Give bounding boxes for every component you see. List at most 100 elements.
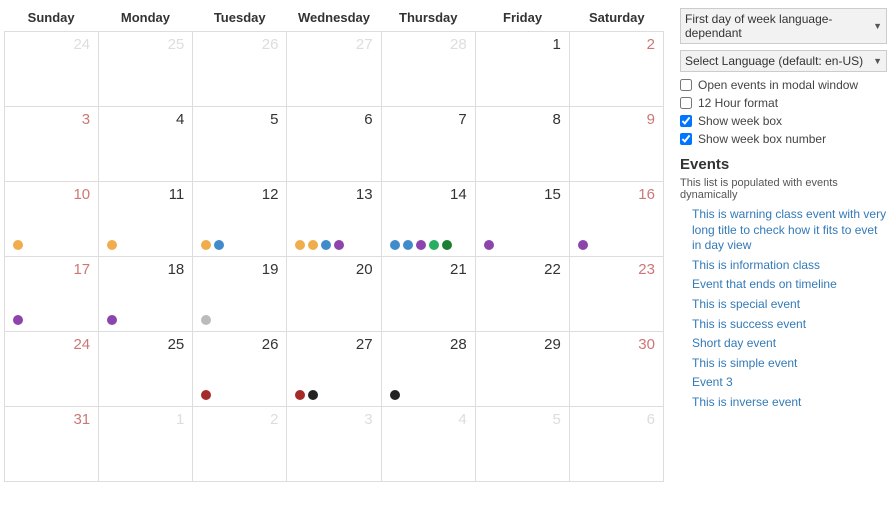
checkbox[interactable] [680,133,692,145]
event-dot[interactable] [484,240,494,250]
event-link[interactable]: This is inverse event [692,395,887,411]
calendar-day[interactable]: 5 [193,107,287,181]
calendar-day[interactable]: 16 [570,182,663,256]
checkbox-label: Open events in modal window [698,78,858,92]
checkbox-row[interactable]: 12 Hour format [680,96,887,110]
calendar-day[interactable]: 2 [193,407,287,481]
calendar-day[interactable]: 28 [382,332,476,406]
event-link[interactable]: This is information class [692,258,887,274]
event-link[interactable]: Event 3 [692,375,887,391]
language-select[interactable]: Select Language (default: en-US) ▼ [680,50,887,72]
calendar-day[interactable]: 30 [570,332,663,406]
calendar-day[interactable]: 13 [287,182,381,256]
calendar-day[interactable]: 5 [476,407,570,481]
calendar-day[interactable]: 4 [99,107,193,181]
calendar-day[interactable]: 21 [382,257,476,331]
weekday-label: Monday [98,4,192,31]
event-dot[interactable] [201,240,211,250]
event-link[interactable]: This is special event [692,297,887,313]
event-dot[interactable] [214,240,224,250]
day-number: 14 [390,186,467,203]
calendar-day[interactable]: 24 [5,32,99,106]
day-number: 29 [484,336,561,353]
event-link[interactable]: This is warning class event with very lo… [692,207,887,254]
day-number: 15 [484,186,561,203]
calendar-day[interactable]: 1 [476,32,570,106]
event-link[interactable]: Event that ends on timeline [692,277,887,293]
event-dot[interactable] [403,240,413,250]
checkbox[interactable] [680,97,692,109]
day-number: 28 [390,36,467,53]
calendar: SundayMondayTuesdayWednesdayThursdayFrid… [4,4,664,482]
language-select-label: Select Language (default: en-US) [685,54,863,68]
calendar-day[interactable]: 17 [5,257,99,331]
calendar-day[interactable]: 18 [99,257,193,331]
calendar-day[interactable]: 20 [287,257,381,331]
event-dot[interactable] [442,240,452,250]
checkbox-row[interactable]: Show week box [680,114,887,128]
event-dot[interactable] [295,240,305,250]
checkbox[interactable] [680,79,692,91]
calendar-day[interactable]: 9 [570,107,663,181]
calendar-day[interactable]: 10 [5,182,99,256]
event-dot[interactable] [13,240,23,250]
calendar-day[interactable]: 19 [193,257,287,331]
checkbox[interactable] [680,115,692,127]
calendar-day[interactable]: 27 [287,332,381,406]
event-dot[interactable] [201,315,211,325]
event-link[interactable]: This is simple event [692,356,887,372]
calendar-day[interactable]: 6 [570,407,663,481]
calendar-day[interactable]: 14 [382,182,476,256]
calendar-day[interactable]: 24 [5,332,99,406]
day-number: 16 [578,186,655,203]
calendar-day[interactable]: 11 [99,182,193,256]
event-dot[interactable] [13,315,23,325]
event-dot[interactable] [334,240,344,250]
day-number: 20 [295,261,372,278]
calendar-day[interactable]: 4 [382,407,476,481]
event-dot[interactable] [390,390,400,400]
event-link[interactable]: This is success event [692,317,887,333]
firstday-select[interactable]: First day of week language-dependant ▼ [680,8,887,44]
calendar-day[interactable]: 12 [193,182,287,256]
calendar-day[interactable]: 22 [476,257,570,331]
event-dot[interactable] [107,240,117,250]
calendar-day[interactable]: 6 [287,107,381,181]
calendar-day[interactable]: 2 [570,32,663,106]
event-dot[interactable] [429,240,439,250]
calendar-day[interactable]: 29 [476,332,570,406]
calendar-day[interactable]: 26 [193,332,287,406]
event-dot[interactable] [201,390,211,400]
calendar-week: 10111213 14 15 16 [5,181,663,256]
checkbox-row[interactable]: Open events in modal window [680,78,887,92]
day-number: 4 [107,111,184,128]
calendar-day[interactable]: 8 [476,107,570,181]
event-dot[interactable] [107,315,117,325]
calendar-day[interactable]: 31 [5,407,99,481]
calendar-day[interactable]: 3 [287,407,381,481]
calendar-day[interactable]: 28 [382,32,476,106]
calendar-day[interactable]: 3 [5,107,99,181]
calendar-day[interactable]: 1 [99,407,193,481]
calendar-day[interactable]: 25 [99,32,193,106]
event-dot[interactable] [308,240,318,250]
calendar-day[interactable]: 25 [99,332,193,406]
calendar-day[interactable]: 15 [476,182,570,256]
events-heading: Events [680,156,887,173]
event-dots [390,390,400,400]
day-number: 24 [13,36,90,53]
event-dot[interactable] [321,240,331,250]
event-dot[interactable] [390,240,400,250]
checkbox-row[interactable]: Show week box number [680,132,887,146]
calendar-day[interactable]: 7 [382,107,476,181]
event-dot[interactable] [578,240,588,250]
event-link[interactable]: Short day event [692,336,887,352]
event-dot[interactable] [308,390,318,400]
event-dot[interactable] [295,390,305,400]
event-dots [578,240,588,250]
calendar-day[interactable]: 23 [570,257,663,331]
calendar-day[interactable]: 27 [287,32,381,106]
calendar-day[interactable]: 26 [193,32,287,106]
event-dot[interactable] [416,240,426,250]
weekday-label: Friday [475,4,569,31]
